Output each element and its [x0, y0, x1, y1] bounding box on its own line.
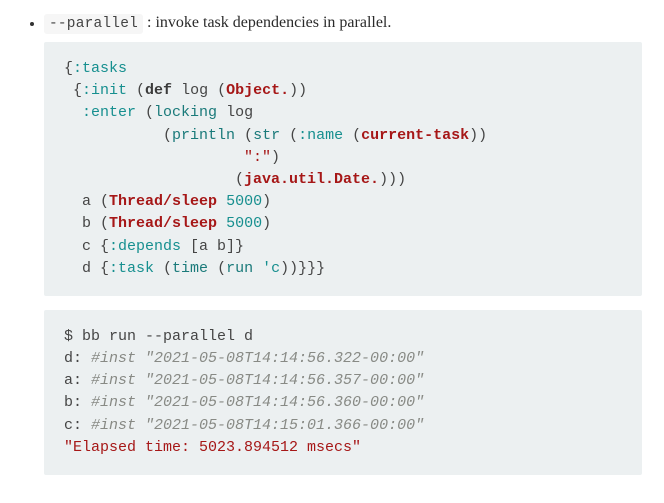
flag-code: --parallel	[44, 14, 143, 34]
shell-output-block: $ bb run --parallel d d: #inst "2021-05-…	[44, 310, 642, 475]
bullet-item: --parallel : invoke task dependencies in…	[44, 14, 642, 475]
bullet-desc: : invoke task dependencies in parallel.	[143, 14, 391, 31]
clojure-code-block: {:tasks {:init (def log (Object.)) :ente…	[44, 42, 642, 296]
